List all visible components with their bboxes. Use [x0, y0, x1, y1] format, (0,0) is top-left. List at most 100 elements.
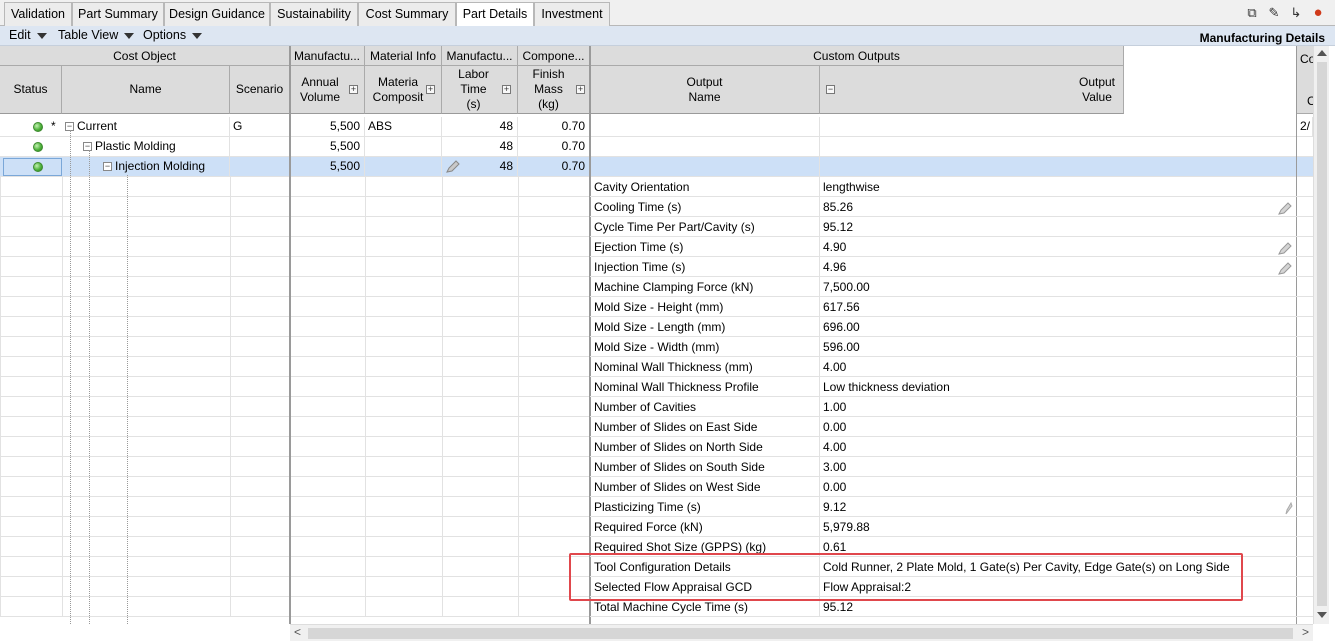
output-value: Flow Appraisal:2	[823, 580, 912, 594]
tab-part-summary[interactable]: Part Summary	[72, 2, 164, 26]
group-manufacturing-1[interactable]: Manufactu...	[290, 46, 365, 66]
scroll-thumb[interactable]	[1317, 62, 1327, 606]
group-manufacturing-2[interactable]: Manufactu...	[442, 46, 518, 66]
output-row[interactable]: Tool Configuration Details Cold Runner, 2…	[590, 557, 1313, 577]
output-row[interactable]: Total Machine Cycle Time (s) 95.12	[590, 597, 1313, 617]
column-scenario[interactable]: Scenario	[230, 66, 290, 114]
window-icon[interactable]: ⧉	[1243, 4, 1261, 22]
cell-divider	[230, 457, 231, 477]
tab-part-details[interactable]: Part Details	[456, 2, 534, 27]
row-finish-mass: 0.70	[518, 117, 590, 137]
cell-divider	[62, 597, 63, 617]
edit-override-icon[interactable]	[1277, 202, 1293, 216]
table-row[interactable]: − Plastic Molding 5,500 48 0.70	[0, 137, 1313, 157]
output-value: 696.00	[823, 320, 860, 334]
tab-cost-summary[interactable]: Cost Summary	[358, 2, 456, 26]
cell-divider	[442, 377, 443, 397]
horizontal-scrollbar[interactable]: < >	[290, 624, 1313, 641]
output-name: Cycle Time Per Part/Cavity (s)	[590, 217, 820, 237]
edit-override-icon[interactable]	[445, 160, 461, 174]
cell-divider	[0, 237, 1, 257]
modified-marker: *	[51, 119, 56, 133]
tab-sustainability[interactable]: Sustainability	[270, 2, 358, 26]
cell-divider	[230, 197, 231, 217]
output-row[interactable]: Required Shot Size (GPPS) (kg) 0.61	[590, 537, 1313, 557]
edit-override-icon[interactable]	[1285, 502, 1293, 516]
scroll-up-icon[interactable]	[1317, 50, 1327, 56]
output-row[interactable]: Nominal Wall Thickness Profile Low thickn…	[590, 377, 1313, 397]
branch-icon[interactable]: ↳	[1287, 4, 1305, 22]
cell-divider	[365, 297, 366, 317]
output-row[interactable]: Plasticizing Time (s) 9.12	[590, 497, 1313, 517]
output-row[interactable]: Selected Flow Appraisal GCD Flow Appraisa…	[590, 577, 1313, 597]
output-row[interactable]: Cooling Time (s) 85.26	[590, 197, 1313, 217]
vertical-scrollbar[interactable]	[1313, 46, 1329, 624]
alert-icon[interactable]: ●	[1309, 4, 1327, 22]
cell-divider	[365, 577, 366, 597]
output-row[interactable]: Ejection Time (s) 4.90	[590, 237, 1313, 257]
output-row[interactable]: Number of Slides on East Side 0.00	[590, 417, 1313, 437]
menu-edit[interactable]: Edit	[9, 28, 47, 42]
output-row[interactable]: Number of Slides on North Side 4.00	[590, 437, 1313, 457]
cell-divider	[0, 357, 1, 377]
output-row[interactable]: Number of Slides on South Side 3.00	[590, 457, 1313, 477]
table-row[interactable]: * − Current G 5,500 ABS 48 0.70 2/	[0, 117, 1313, 137]
menu-options[interactable]: Options	[143, 28, 203, 42]
group-custom-outputs[interactable]: Custom Outputs	[590, 46, 1124, 66]
column-divider[interactable]	[289, 46, 291, 624]
expand-icon[interactable]: +	[502, 85, 511, 94]
output-row[interactable]: Nominal Wall Thickness (mm) 4.00	[590, 357, 1313, 377]
column-output-name[interactable]: Output Name	[590, 66, 820, 114]
cell-divider	[62, 277, 63, 297]
output-value: 4.00	[823, 360, 847, 374]
output-row[interactable]: Mold Size - Width (mm) 596.00	[590, 337, 1313, 357]
output-row[interactable]: Mold Size - Length (mm) 696.00	[590, 317, 1313, 337]
output-row[interactable]: Cycle Time Per Part/Cavity (s) 95.12	[590, 217, 1313, 237]
cell-divider	[0, 317, 1, 337]
table-row-selected[interactable]: − Injection Molding 5,500 48 0.70	[0, 157, 1313, 177]
group-component[interactable]: Compone...	[518, 46, 590, 66]
collapse-icon[interactable]: −	[83, 142, 92, 152]
output-row[interactable]: Number of Slides on West Side 0.00	[590, 477, 1313, 497]
cell-divider	[518, 237, 519, 257]
collapse-icon[interactable]: −	[826, 85, 835, 94]
expand-icon[interactable]: +	[576, 85, 585, 94]
cell-divider	[62, 437, 63, 457]
menu-table-view[interactable]: Table View	[58, 28, 135, 42]
expand-icon[interactable]: +	[426, 85, 435, 94]
scroll-down-icon[interactable]	[1317, 612, 1327, 618]
scroll-right-icon[interactable]: >	[1302, 625, 1309, 639]
output-row[interactable]: Required Force (kN) 5,979.88	[590, 517, 1313, 537]
scroll-left-icon[interactable]: <	[294, 625, 301, 639]
output-value: 4.96	[823, 260, 847, 274]
tab-investment[interactable]: Investment	[534, 2, 610, 26]
cell-divider	[365, 417, 366, 437]
output-row[interactable]: Number of Cavities 1.00	[590, 397, 1313, 417]
output-value: lengthwise	[823, 180, 880, 194]
group-material-info[interactable]: Material Info	[365, 46, 442, 66]
output-row[interactable]: Injection Time (s) 4.96	[590, 257, 1313, 277]
output-row[interactable]: Cavity Orientation lengthwise	[590, 177, 1313, 197]
paperclip-icon[interactable]: ✎	[1265, 4, 1283, 22]
group-cost-object[interactable]: Cost Object	[0, 46, 290, 66]
output-name: Nominal Wall Thickness Profile	[590, 377, 820, 397]
edit-override-icon[interactable]	[1277, 242, 1293, 256]
scroll-thumb[interactable]	[308, 628, 1293, 639]
tab-validation[interactable]: Validation	[4, 2, 72, 26]
row-labor-time: 48	[442, 137, 518, 157]
edit-override-icon[interactable]	[1277, 262, 1293, 276]
expand-icon[interactable]: +	[349, 85, 358, 94]
output-row[interactable]: Machine Clamping Force (kN) 7,500.00	[590, 277, 1313, 297]
cell-divider	[442, 457, 443, 477]
cell-divider	[365, 177, 366, 197]
column-name[interactable]: Name	[62, 66, 230, 114]
cell-divider	[230, 257, 231, 277]
tab-design-guidance[interactable]: Design Guidance	[164, 2, 270, 26]
collapse-icon[interactable]: −	[103, 162, 112, 172]
column-output-value[interactable]: Output Value	[820, 66, 1124, 114]
cell-divider	[365, 457, 366, 477]
column-status[interactable]: Status	[0, 66, 62, 114]
output-row[interactable]: Mold Size - Height (mm) 617.56	[590, 297, 1313, 317]
cell-divider	[365, 377, 366, 397]
cell-divider	[442, 597, 443, 617]
